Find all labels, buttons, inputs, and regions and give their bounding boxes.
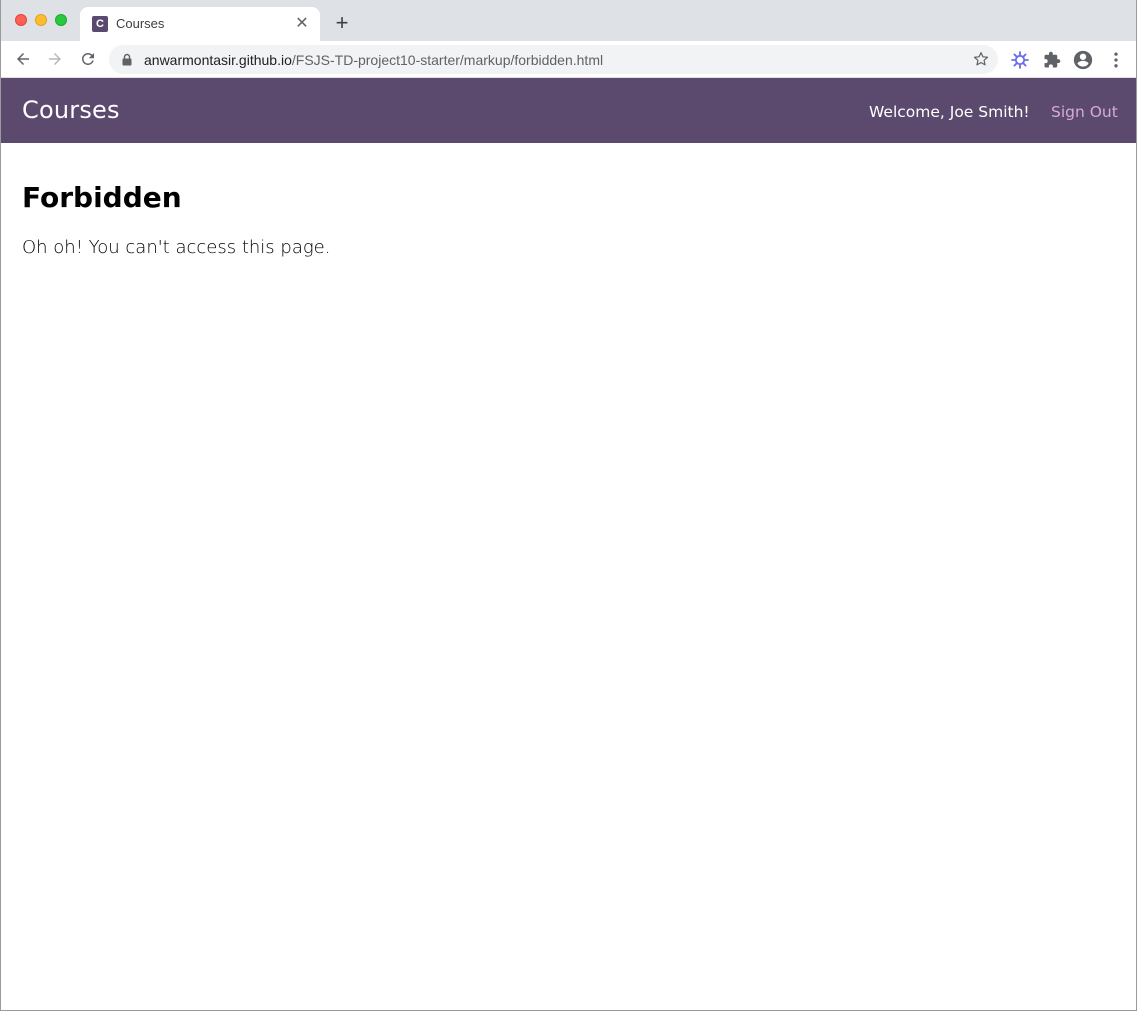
tab-title: Courses: [116, 16, 165, 31]
url-host: anwarmontasir.github.io: [144, 52, 292, 68]
gear-extension-icon[interactable]: [1009, 49, 1031, 71]
tab-strip: C Courses ✕ +: [1, 0, 1136, 41]
browser-toolbar: anwarmontasir.github.io/FSJS-TD-project1…: [1, 41, 1136, 78]
page-viewport: Courses Welcome, Joe Smith! Sign Out For…: [1, 78, 1136, 1010]
page-title: Forbidden: [22, 181, 182, 214]
brand-link[interactable]: Courses: [22, 96, 120, 124]
arrow-right-icon: [49, 53, 61, 65]
arrow-left-icon: [17, 53, 29, 65]
maximize-window-button[interactable]: [55, 14, 67, 26]
account-circle-icon[interactable]: [1072, 49, 1094, 71]
tab-close-icon[interactable]: ✕: [292, 14, 312, 34]
browser-window: C Courses ✕ + anwarmontasir.github.io/FS…: [0, 0, 1137, 1011]
url-text[interactable]: anwarmontasir.github.io/FSJS-TD-project1…: [144, 52, 603, 68]
reload-button[interactable]: [76, 47, 100, 71]
back-button[interactable]: [11, 47, 35, 71]
new-tab-icon[interactable]: +: [331, 12, 353, 34]
lock-icon: [122, 53, 132, 66]
site-header: Courses Welcome, Joe Smith! Sign Out: [1, 78, 1136, 143]
star-icon[interactable]: [972, 50, 990, 68]
close-window-button[interactable]: [15, 14, 27, 26]
minimize-window-button[interactable]: [35, 14, 47, 26]
favicon-icon: C: [92, 16, 108, 32]
forbidden-message: Oh oh! You can't access this page.: [22, 237, 331, 258]
address-bar[interactable]: anwarmontasir.github.io/FSJS-TD-project1…: [109, 45, 998, 74]
reload-icon: [81, 53, 94, 65]
puzzle-icon[interactable]: [1041, 49, 1063, 71]
url-path: /FSJS-TD-project10-starter/markup/forbid…: [291, 52, 604, 68]
more-vert-icon[interactable]: [1105, 49, 1127, 71]
sign-out-link[interactable]: Sign Out: [1051, 103, 1118, 121]
forward-button[interactable]: [43, 47, 67, 71]
tab-courses[interactable]: C Courses ✕: [80, 7, 320, 41]
welcome-text: Welcome, Joe Smith!: [869, 103, 1030, 121]
